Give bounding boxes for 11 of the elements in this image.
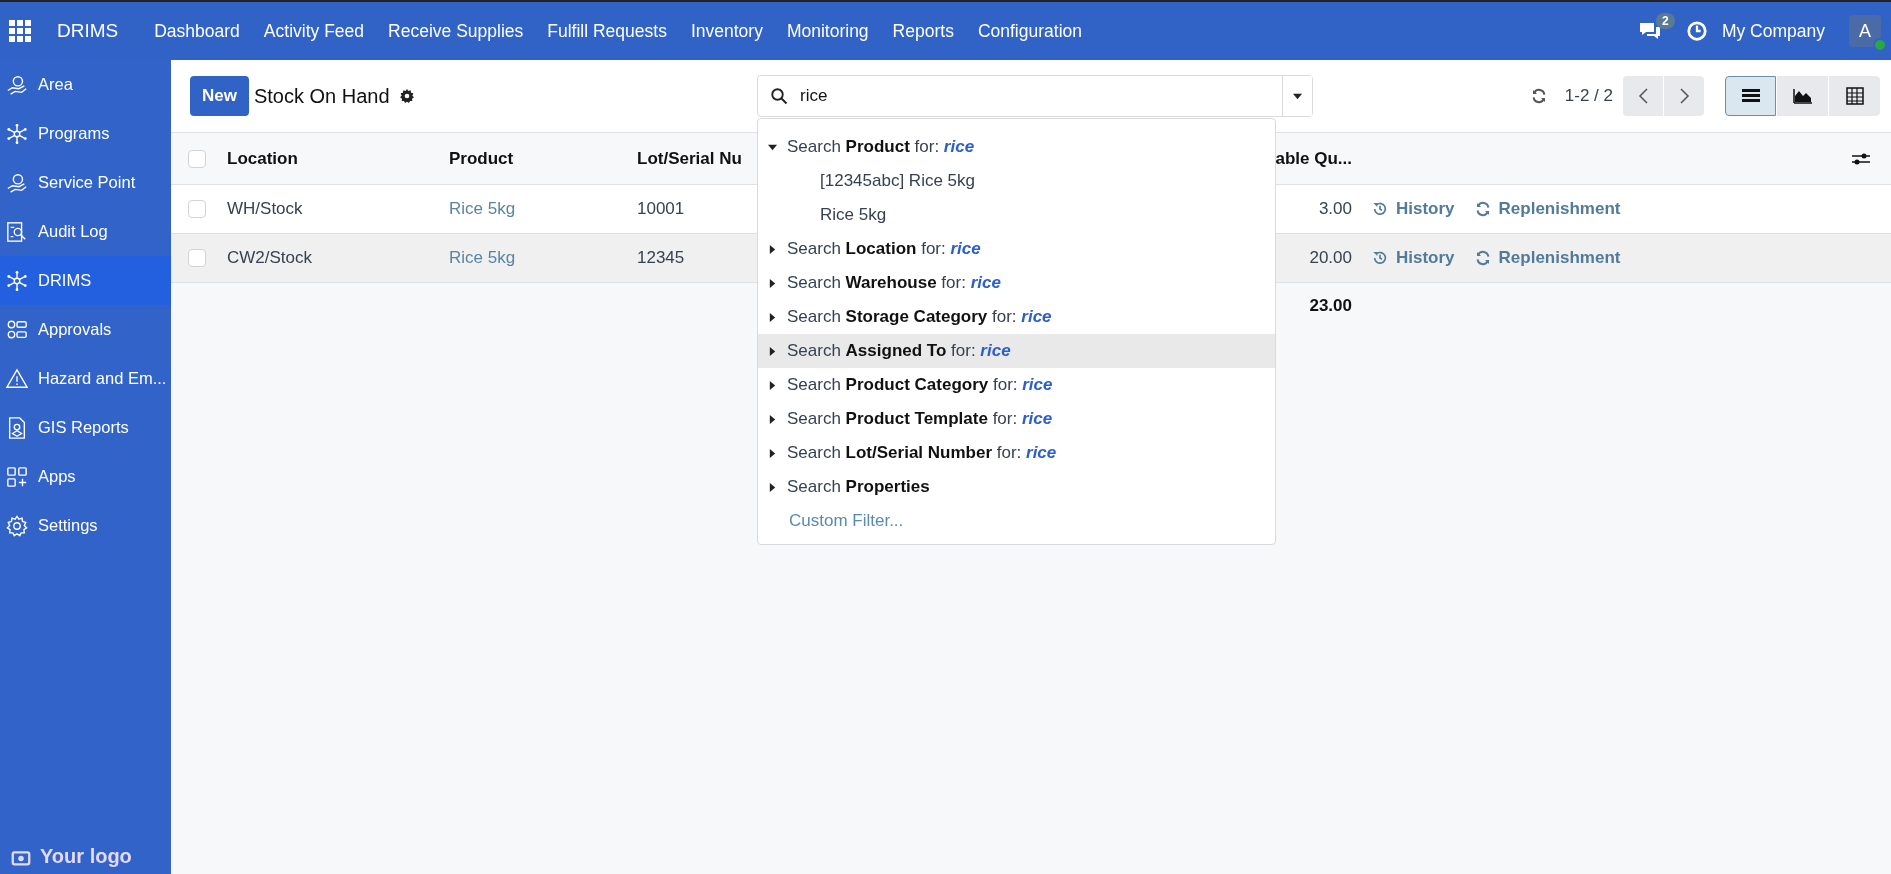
table-cell: 20.00 — [1309, 248, 1352, 268]
table-cell: WH/Stock — [227, 199, 303, 219]
page-title: Stock On Hand — [253, 84, 390, 108]
total-value: 23.00 — [1309, 296, 1352, 316]
table-cell: 3.00 — [1318, 199, 1352, 219]
table-cell: CW2/Stock — [227, 248, 313, 268]
logo-placeholder-text: Your logo — [40, 845, 132, 868]
table-cell: 10001 — [637, 199, 685, 219]
pager-value: 1-2 / 2 — [1564, 86, 1613, 106]
table-cell: 12345 — [637, 248, 685, 268]
message-count-badge: 2 — [1655, 13, 1675, 29]
